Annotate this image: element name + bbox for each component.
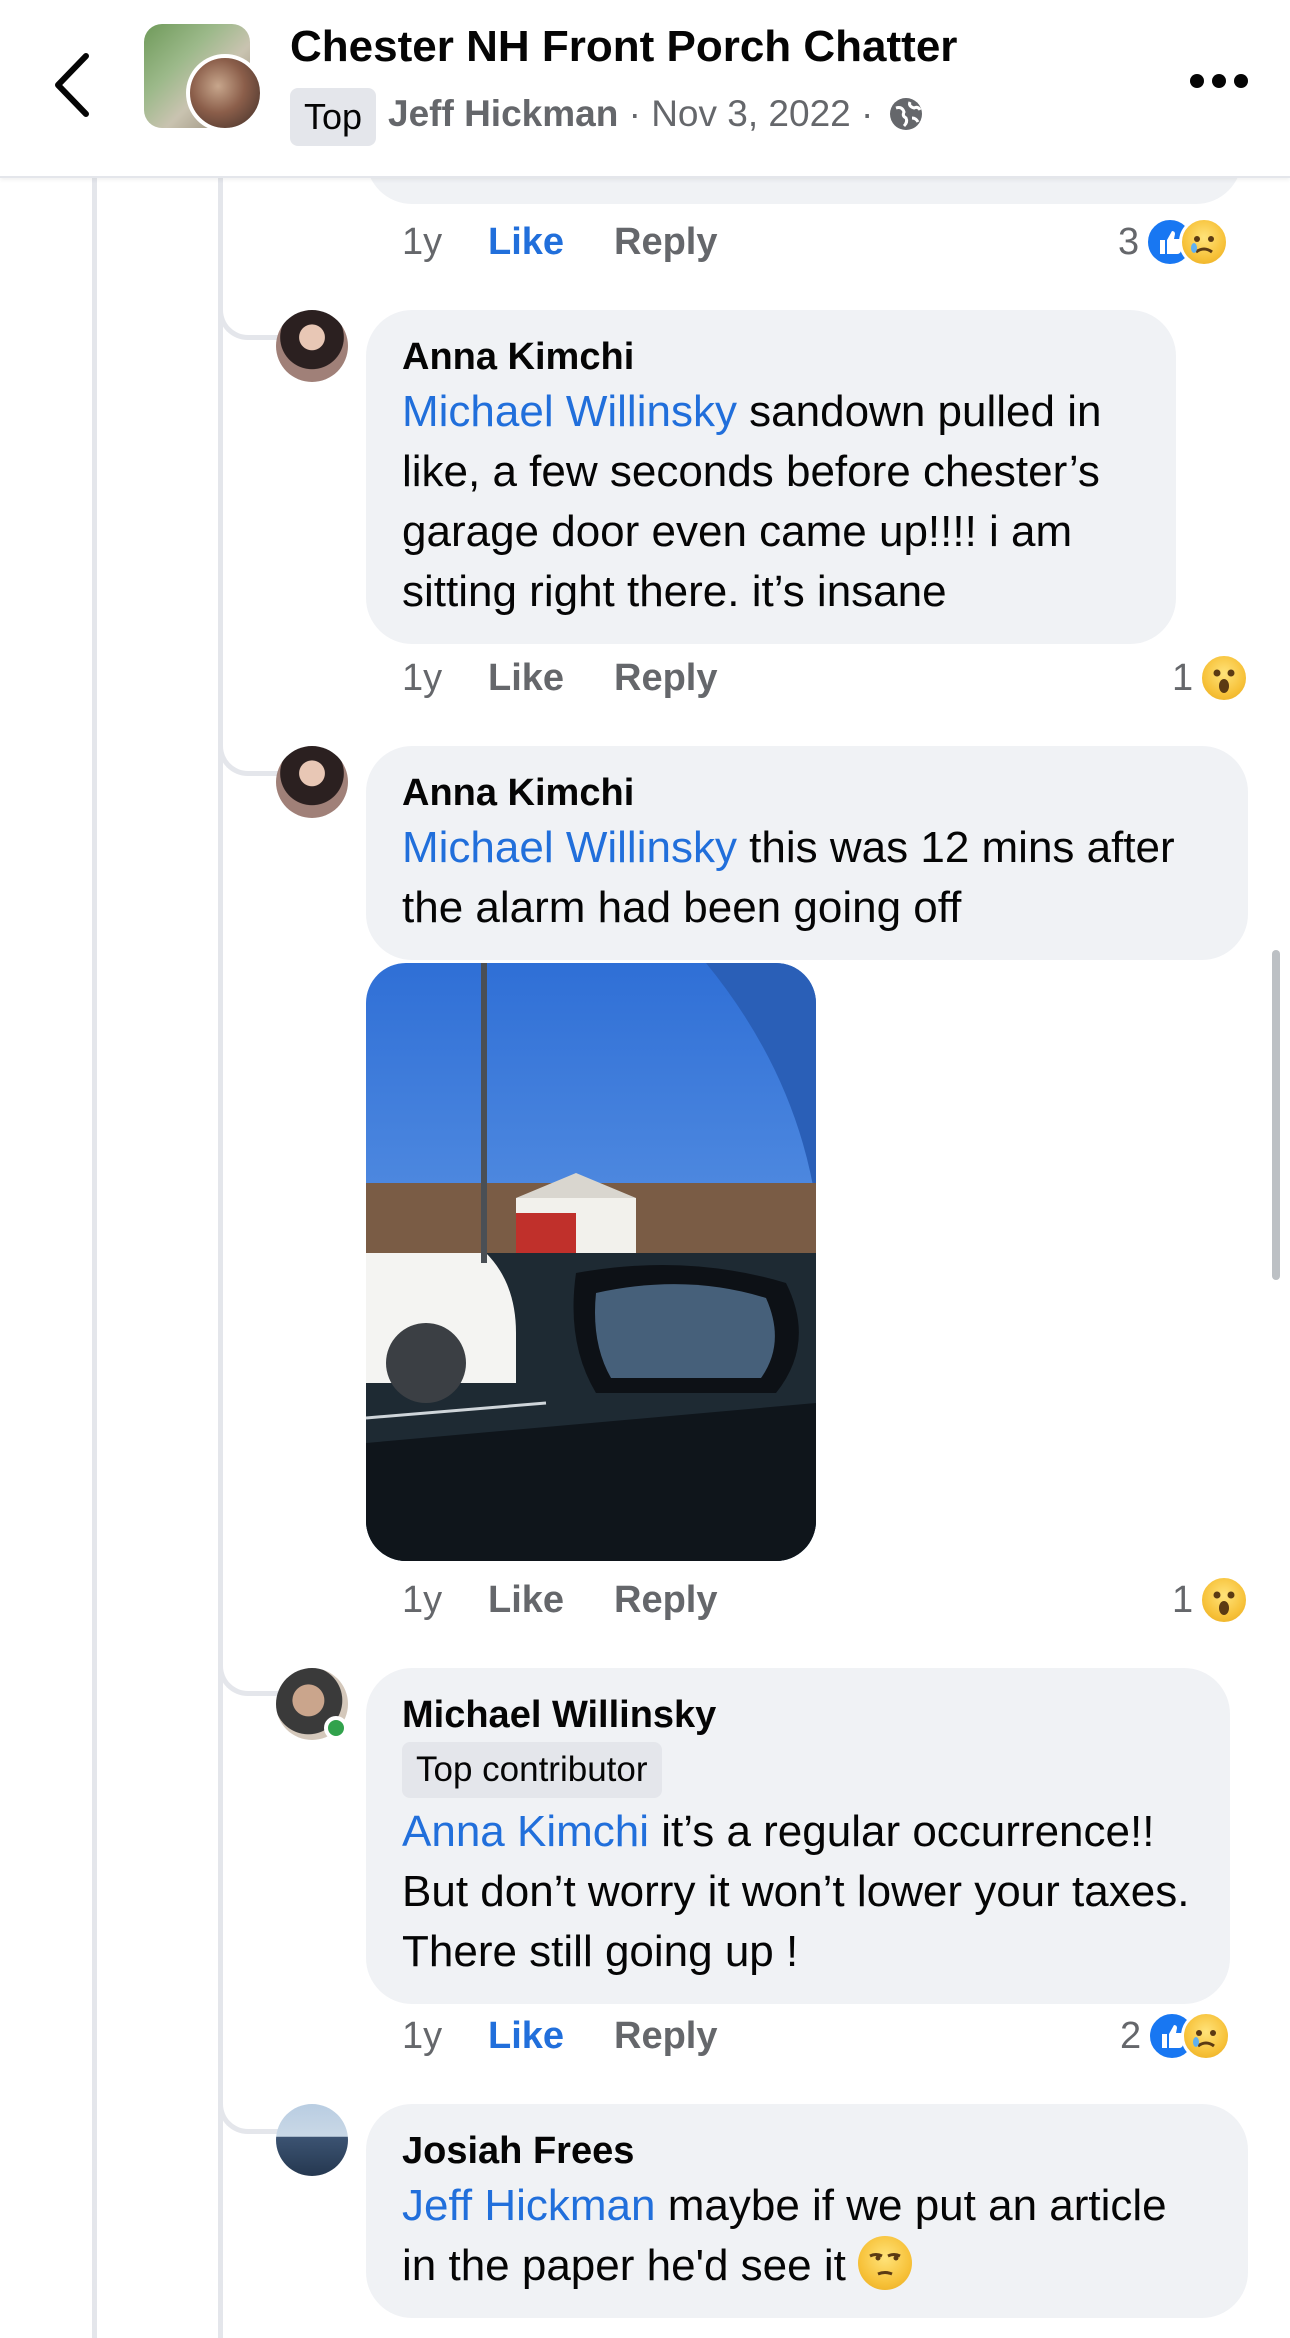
scrollbar[interactable] [1272,950,1280,1280]
avatar[interactable] [276,746,348,818]
top-contributor-badge: Top contributor [402,1742,662,1798]
reaction-summary[interactable]: 2 [1120,2004,1232,2064]
post-date[interactable]: Nov 3, 2022 [651,93,851,134]
comment-age: 1y [402,2015,443,2057]
comment-author[interactable]: Michael Willinsky [402,1690,1194,1740]
avatar[interactable] [276,310,348,382]
comment-text: Michael Willinsky this was 12 mins after… [402,823,1175,932]
group-title[interactable]: Chester NH Front Porch Chatter [290,22,957,72]
comment-author[interactable]: Anna Kimchi [402,332,1140,382]
reply-button[interactable]: Reply [614,657,717,699]
avatar[interactable] [276,2104,348,2176]
mention-link[interactable]: Michael Willinsky [402,823,737,872]
reply-button[interactable]: Reply [614,221,717,263]
mention-link[interactable]: Jeff Hickman [402,2181,656,2230]
like-button[interactable]: Like [488,212,614,272]
author-avatar [186,54,264,132]
comment-bubble: Josiah Frees Jeff Hickman maybe if we pu… [366,2104,1248,2318]
wow-reaction-icon [1199,652,1250,703]
sad-reaction-icon [1181,2010,1232,2061]
thread-line [92,178,97,2338]
top-badge: Top [290,88,377,146]
comment-age: 1y [402,221,443,263]
comment-author[interactable]: Anna Kimchi [402,768,1212,818]
reaction-summary[interactable]: 1 [1172,1568,1250,1628]
comment-age: 1y [402,657,443,699]
comment-text: Anna Kimchi it’s a regular occurrence!! … [402,1807,1190,1976]
more-dots-icon[interactable] [1190,74,1250,94]
comment-bubble: Anna Kimchi Michael Willinsky sandown pu… [366,310,1176,644]
comment-actions: 1y Like Reply [402,2006,717,2066]
post-meta: Jeff Hickman · Nov 3, 2022 · [388,88,924,140]
chevron-left-icon[interactable] [48,50,98,120]
comment-text: Jeff Hickman maybe if we put an article … [402,2181,1167,2290]
comment-actions: 1y Like Reply [402,1570,717,1630]
post-header: Chester NH Front Porch Chatter Top Jeff … [0,0,1290,178]
reaction-summary[interactable]: 3 [1118,210,1230,270]
online-status-indicator [324,1716,348,1740]
like-button[interactable]: Like [488,648,614,708]
comment-actions: 1y Like Reply [402,648,717,708]
mention-link[interactable]: Michael Willinsky [402,387,737,436]
comment-bubble: Anna Kimchi Michael Willinsky this was 1… [366,746,1248,960]
comment-photo[interactable] [366,963,816,1561]
comment-text: Michael Willinsky sandown pulled in like… [402,387,1102,616]
group-avatar[interactable] [144,24,264,132]
reply-thread-line [218,178,223,2338]
wow-reaction-icon [1199,1574,1250,1625]
unamused-face-icon [858,2236,913,2290]
comment-actions: 1y Like Reply [402,212,717,272]
reaction-summary[interactable]: 1 [1172,646,1250,706]
globe-icon [889,98,922,130]
sad-reaction-icon [1179,216,1230,267]
reply-button[interactable]: Reply [614,1579,717,1621]
like-button[interactable]: Like [488,1570,614,1630]
like-button[interactable]: Like [488,2006,614,2066]
comment-bubble: Michael Willinsky Top contributor Anna K… [366,1668,1230,2004]
post-author[interactable]: Jeff Hickman [388,93,618,134]
reply-button[interactable]: Reply [614,2015,717,2057]
mention-link[interactable]: Anna Kimchi [402,1807,649,1856]
comment-age: 1y [402,1579,443,1621]
comment-author[interactable]: Josiah Frees [402,2126,1212,2176]
